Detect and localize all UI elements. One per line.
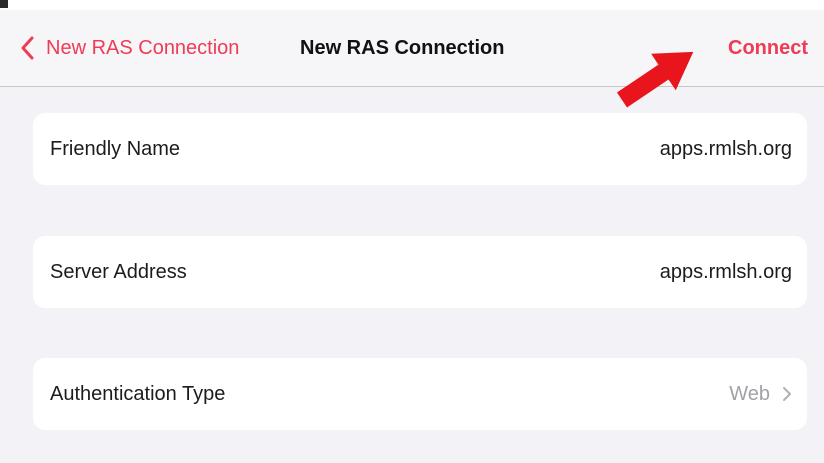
server-address-value[interactable]: apps.rmlsh.org	[660, 261, 792, 284]
authentication-type-selector[interactable]: Web	[729, 383, 792, 406]
chevron-left-icon	[21, 36, 34, 60]
friendly-name-row[interactable]: Friendly Name apps.rmlsh.org	[33, 113, 807, 185]
back-button[interactable]: New RAS Connection	[20, 34, 239, 62]
server-address-row[interactable]: Server Address apps.rmlsh.org	[33, 236, 807, 308]
authentication-type-value: Web	[729, 382, 770, 405]
status-bar-strip	[0, 0, 824, 10]
back-button-label: New RAS Connection	[46, 37, 240, 59]
server-address-label: Server Address	[50, 260, 187, 283]
authentication-type-row[interactable]: Authentication Type Web	[33, 358, 807, 430]
connect-button[interactable]: Connect	[728, 34, 808, 62]
authentication-type-label: Authentication Type	[50, 382, 226, 405]
page-title: New RAS Connection	[300, 37, 505, 59]
red-arrow-icon	[616, 51, 694, 108]
chevron-right-icon	[783, 387, 791, 401]
friendly-name-value[interactable]: apps.rmlsh.org	[660, 138, 792, 161]
friendly-name-label: Friendly Name	[50, 137, 181, 160]
window-corner	[0, 0, 8, 8]
